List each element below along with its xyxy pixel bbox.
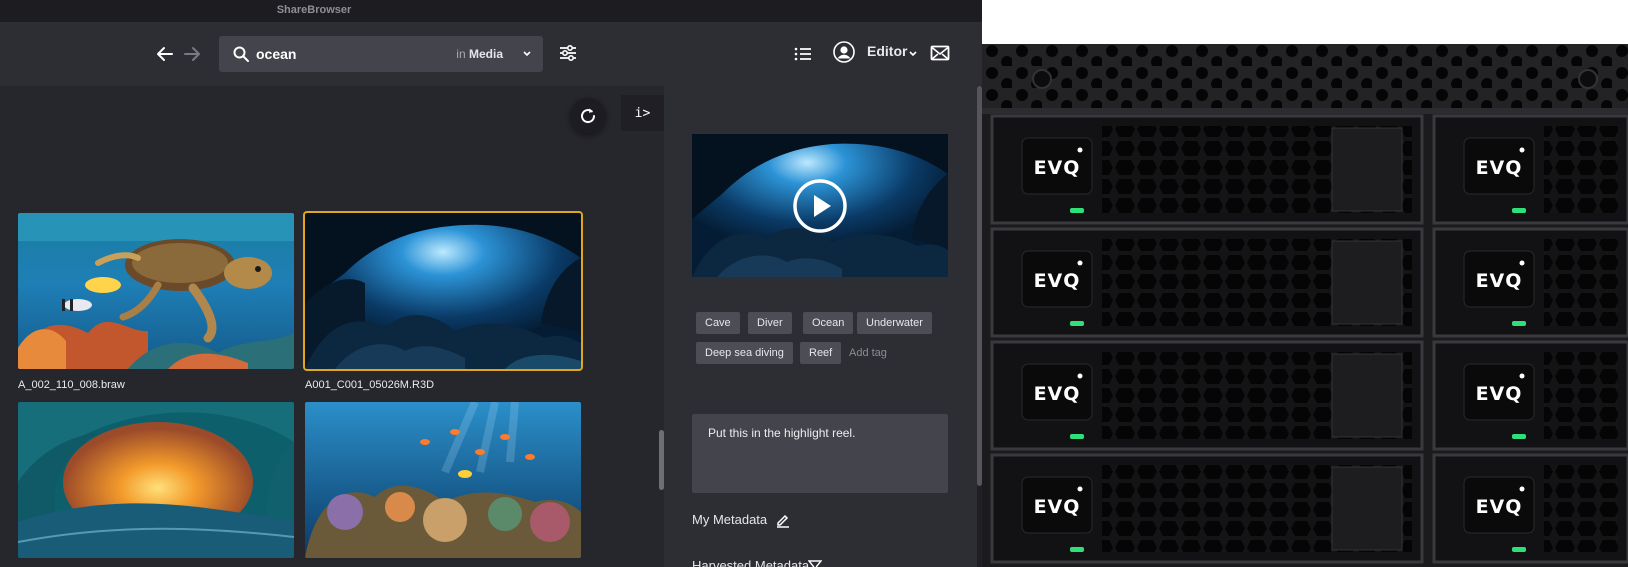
drive-bay: EVQ [990, 453, 1424, 564]
drive-bay-brand-label: EVQ [1476, 157, 1523, 179]
sea-turtle-reef-thumbnail[interactable] [18, 213, 294, 369]
tag-chip[interactable]: Diver [748, 312, 792, 334]
drive-status-led [1070, 321, 1084, 326]
search-icon [231, 44, 251, 64]
server-chassis-graphic: EVQ EVQ EVQ EVQ EVQ EVQ EVQ EVQ [982, 44, 1628, 567]
drive-bay: EVQ [1432, 453, 1628, 564]
comment-field[interactable]: Put this in the highlight reel. [692, 414, 948, 493]
add-tag-input[interactable]: Add tag [849, 342, 887, 364]
drive-bay: EVQ [990, 114, 1424, 225]
drive-status-led [1512, 547, 1526, 552]
title-bar: ShareBrowser [0, 0, 982, 22]
my-metadata-text: My Metadata [692, 512, 768, 527]
info-panel-toggle[interactable]: i> [621, 95, 664, 131]
drive-bay-brand-label: EVQ [1034, 157, 1081, 179]
drive-status-led [1512, 321, 1526, 326]
search-query: ocean [256, 46, 297, 62]
media-filename: A001_C001_05026M.R3D [305, 379, 435, 391]
evo-storage-server-photo: EVQ EVQ EVQ EVQ EVQ EVQ EVQ EVQ [982, 44, 1628, 567]
coral-reef-fish-thumbnail[interactable] [305, 402, 581, 558]
chevron-down-icon[interactable] [521, 48, 533, 60]
forward-arrow-icon[interactable] [180, 42, 204, 66]
my-metadata-label[interactable]: My Metadata [692, 512, 789, 528]
search-input[interactable]: ocean in Media [219, 36, 543, 72]
wave-sunset-thumbnail[interactable] [18, 402, 294, 558]
mail-icon[interactable] [927, 40, 953, 66]
search-scope[interactable]: in Media [456, 47, 503, 61]
tag-chip[interactable]: Cave [696, 312, 740, 334]
pencil-icon[interactable] [774, 511, 792, 529]
filter-sliders-icon[interactable] [555, 40, 581, 66]
drive-bay-brand-label: EVQ [1034, 383, 1081, 405]
drive-bay: EVQ [990, 340, 1424, 451]
list-view-icon[interactable] [790, 41, 816, 67]
info-panel: Cave Diver Ocean Underwater Deep sea div… [664, 86, 977, 567]
chevron-down-icon[interactable] [907, 48, 919, 60]
back-arrow-icon[interactable] [153, 42, 177, 66]
filter-icon[interactable] [806, 557, 824, 567]
underwater-cave-thumbnail[interactable] [303, 211, 583, 371]
media-grid: i> A_002_110_008.braw A001_C001_05026M.R… [0, 86, 664, 567]
play-icon[interactable] [792, 178, 848, 234]
drive-bay: EVQ [1432, 227, 1628, 338]
drive-bay: EVQ [1432, 114, 1628, 225]
drive-status-led [1512, 208, 1526, 213]
drive-bay-brand-label: EVQ [1476, 383, 1523, 405]
refresh-button[interactable] [570, 98, 606, 134]
drive-status-led [1512, 434, 1526, 439]
sharebrowser-window: ShareBrowser ocean in Media Editor i> A_… [0, 0, 982, 567]
tag-chip[interactable]: Deep sea diving [696, 342, 793, 364]
drive-bay: EVQ [990, 227, 1424, 338]
drive-bay-brand-label: EVQ [1476, 496, 1523, 518]
toolbar: ocean in Media Editor [0, 22, 982, 86]
refresh-icon [581, 108, 596, 124]
search-scope-value: Media [468, 47, 503, 61]
tag-chip[interactable]: Underwater [857, 312, 932, 334]
comment-text: Put this in the highlight reel. [708, 426, 856, 440]
drive-status-led [1070, 434, 1084, 439]
harvested-metadata-text: Harvested Metadata [692, 558, 810, 567]
tag-chip[interactable]: Ocean [803, 312, 854, 334]
video-preview[interactable] [692, 134, 948, 277]
window-title: ShareBrowser [276, 4, 352, 16]
harvested-metadata-label[interactable]: Harvested Metadata [692, 558, 822, 567]
drive-bay-brand-label: EVQ [1034, 496, 1081, 518]
avatar-icon[interactable] [831, 39, 857, 65]
drive-bay-brand-label: EVQ [1476, 270, 1523, 292]
media-filename: A_002_110_008.braw [18, 379, 125, 391]
drive-bay: EVQ [1432, 340, 1628, 451]
drive-bay-brand-label: EVQ [1034, 270, 1081, 292]
drive-status-led [1070, 547, 1084, 552]
search-scope-prefix: in [456, 47, 466, 61]
drive-status-led [1070, 208, 1084, 213]
tag-chip[interactable]: Reef [800, 342, 842, 364]
user-role-label[interactable]: Editor [867, 43, 907, 59]
